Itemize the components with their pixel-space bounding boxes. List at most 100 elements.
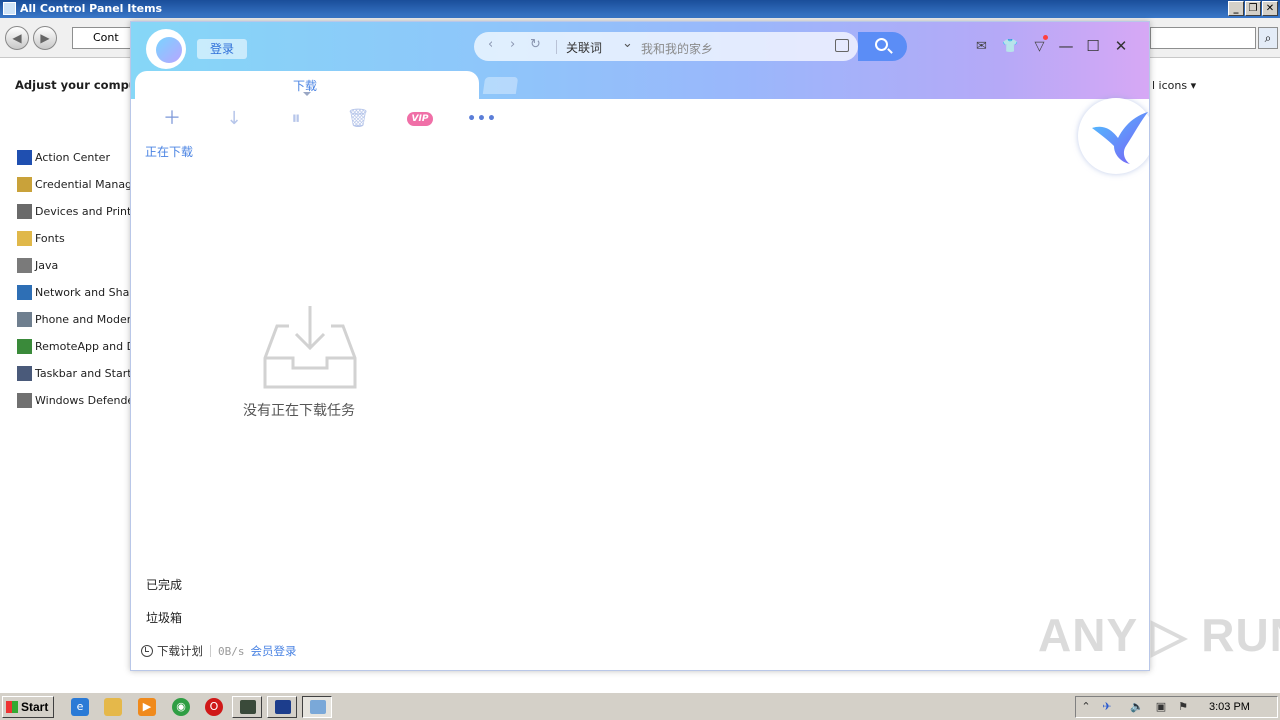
add-task-button[interactable]: ＋ bbox=[141, 108, 203, 130]
terminal-icon bbox=[240, 700, 256, 714]
control-panel-item-label: Phone and Modem bbox=[35, 313, 138, 326]
taskbar-icon bbox=[17, 366, 32, 381]
delete-button[interactable]: 🗑 bbox=[327, 108, 389, 130]
control-panel-icon bbox=[310, 700, 326, 714]
network-icon[interactable]: ▣ bbox=[1154, 700, 1168, 714]
opera-icon[interactable]: O bbox=[205, 698, 223, 716]
trash-category[interactable]: 垃圾箱 bbox=[146, 609, 182, 626]
chevron-down-icon: ▾ bbox=[1190, 79, 1197, 92]
back-icon[interactable]: ‹ bbox=[488, 37, 493, 52]
flag-icon bbox=[17, 150, 32, 165]
start-download-button[interactable]: ↓ bbox=[203, 108, 265, 130]
control-panel-item[interactable]: RemoteApp and Des bbox=[17, 333, 148, 360]
more-options-button[interactable]: ••• bbox=[451, 108, 513, 130]
forward-button[interactable]: ▶ bbox=[33, 26, 57, 50]
divider bbox=[210, 645, 211, 657]
forward-icon[interactable]: › bbox=[510, 37, 515, 52]
printer-icon bbox=[17, 204, 32, 219]
java-icon bbox=[17, 258, 32, 273]
minimize-button[interactable]: — bbox=[1057, 37, 1075, 55]
control-panel-item[interactable]: Phone and Modem bbox=[17, 306, 148, 333]
app-header: 登录 ‹ › ↻ 关联词 ⌄ 我和我的家乡 ✉ 👕 ▽ — ☐ ✕ 下载 bbox=[131, 22, 1149, 100]
control-panel-search-input[interactable] bbox=[1150, 27, 1256, 49]
start-button[interactable]: Start bbox=[2, 696, 54, 718]
control-panel-title: All Control Panel Items bbox=[20, 2, 163, 15]
defender-icon bbox=[17, 393, 32, 408]
vip-badge: VIP bbox=[407, 112, 433, 126]
taskbar-item-control-panel[interactable] bbox=[302, 696, 332, 718]
download-speed: 0B/s bbox=[218, 644, 245, 658]
download-plan-link[interactable]: 下载计划 bbox=[157, 643, 203, 659]
empty-inbox-icon bbox=[263, 304, 357, 393]
taskbar-item-terminal[interactable] bbox=[232, 696, 262, 718]
start-label: Start bbox=[21, 700, 49, 714]
file-explorer-icon[interactable] bbox=[104, 698, 122, 716]
clock-time[interactable]: 3:03 PM bbox=[1209, 701, 1250, 713]
download-toolbar: ＋ ↓ ⏸ 🗑 VIP ••• bbox=[141, 108, 513, 130]
watermark-logo: ANY ▷ RUN bbox=[1038, 609, 1280, 661]
view-by-label: l icons bbox=[1152, 79, 1188, 92]
mascot-bird-icon[interactable] bbox=[1078, 98, 1149, 174]
pause-button[interactable]: ⏸ bbox=[265, 108, 327, 130]
bird-icon bbox=[275, 700, 291, 714]
fonts-folder-icon bbox=[17, 231, 32, 246]
member-login-link[interactable]: 会员登录 bbox=[251, 643, 297, 659]
new-tab-button[interactable] bbox=[482, 77, 519, 94]
chevron-up-icon[interactable]: ⌃ bbox=[1079, 700, 1093, 714]
control-panel-titlebar: All Control Panel Items _ ❐ ✕ bbox=[0, 0, 1280, 18]
search-button[interactable] bbox=[858, 32, 907, 61]
cp-restore-button[interactable]: ❐ bbox=[1245, 1, 1261, 16]
notification-dot bbox=[1043, 35, 1048, 40]
control-panel-item[interactable]: Windows Defender bbox=[17, 387, 148, 414]
internet-explorer-icon[interactable]: e bbox=[71, 698, 89, 716]
empty-state-text: 没有正在下载任务 bbox=[243, 403, 355, 419]
taskbar-item-download-app[interactable] bbox=[267, 696, 297, 718]
address-search-bar: ‹ › ↻ 关联词 ⌄ 我和我的家乡 bbox=[474, 32, 858, 61]
control-panel-icon bbox=[3, 2, 16, 15]
control-panel-item-label: Taskbar and Start M bbox=[35, 367, 145, 380]
phone-icon bbox=[17, 312, 32, 327]
control-panel-item[interactable]: Action Center bbox=[17, 144, 148, 171]
tab-caret-icon bbox=[303, 92, 311, 96]
completed-category[interactable]: 已完成 bbox=[146, 576, 182, 593]
control-panel-item-label: Action Center bbox=[35, 151, 110, 164]
search-icon[interactable]: ⌕ bbox=[1258, 27, 1278, 49]
network-icon bbox=[17, 285, 32, 300]
control-panel-item-label: Windows Defender bbox=[35, 394, 139, 407]
media-player-icon[interactable]: ▶ bbox=[138, 698, 156, 716]
maximize-button[interactable]: ☐ bbox=[1084, 37, 1102, 55]
control-panel-item[interactable]: Credential Manager bbox=[17, 171, 148, 198]
login-button[interactable]: 登录 bbox=[197, 39, 247, 59]
address-text: Cont bbox=[93, 31, 119, 44]
control-panel-item-label: Java bbox=[35, 259, 59, 272]
vip-button[interactable]: VIP bbox=[389, 108, 451, 130]
search-input[interactable]: 我和我的家乡 bbox=[641, 40, 713, 57]
refresh-icon[interactable]: ↻ bbox=[530, 37, 541, 52]
volume-icon[interactable]: 🔈 bbox=[1130, 700, 1144, 714]
cp-minimize-button[interactable]: _ bbox=[1228, 1, 1244, 16]
action-center-flag-icon[interactable]: ⚑ bbox=[1176, 700, 1190, 714]
control-panel-item-label: Network and Sharin bbox=[35, 286, 144, 299]
control-panel-item[interactable]: Network and Sharin bbox=[17, 279, 148, 306]
chrome-icon[interactable]: ◉ bbox=[172, 698, 190, 716]
remoteapp-icon bbox=[17, 339, 32, 354]
control-panel-item[interactable]: Fonts bbox=[17, 225, 148, 252]
chevron-down-icon[interactable]: ⌄ bbox=[622, 36, 633, 51]
close-button[interactable]: ✕ bbox=[1112, 37, 1130, 55]
app-logo[interactable] bbox=[146, 29, 186, 69]
cp-close-button[interactable]: ✕ bbox=[1262, 1, 1278, 16]
control-panel-item[interactable]: Java bbox=[17, 252, 148, 279]
downloading-category[interactable]: 正在下载 bbox=[145, 143, 193, 160]
back-button[interactable]: ◀ bbox=[5, 26, 29, 50]
control-panel-item-label: Credential Manager bbox=[35, 178, 144, 191]
folder-search-icon[interactable] bbox=[835, 39, 849, 52]
control-panel-item[interactable]: Taskbar and Start M bbox=[17, 360, 148, 387]
mail-icon[interactable]: ✉ bbox=[973, 38, 990, 55]
control-panel-item[interactable]: Devices and Printers bbox=[17, 198, 148, 225]
windows-taskbar: Start e ▶ ◉ O ⌃ ✈ 🔈 ▣ ⚑ 3:03 PM bbox=[0, 692, 1280, 720]
keyword-label[interactable]: 关联词 bbox=[566, 39, 602, 56]
view-by-dropdown[interactable]: l icons ▾ bbox=[1152, 79, 1196, 92]
menu-dropdown-icon[interactable]: ▽ bbox=[1031, 35, 1048, 55]
skin-tshirt-icon[interactable]: 👕 bbox=[1002, 38, 1019, 55]
bird-tray-icon[interactable]: ✈ bbox=[1100, 700, 1114, 714]
